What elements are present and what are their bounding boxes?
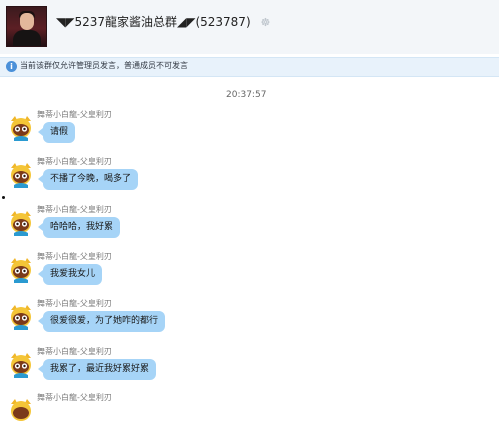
message-bubble[interactable]: 我累了，最近我好累好累 xyxy=(37,359,157,380)
message-bubble[interactable]: 哈哈哈，我好累 xyxy=(37,217,121,238)
sender-avatar[interactable] xyxy=(8,162,34,188)
notice-text: 当前该群仅允许管理员发言，普通成员不可发言 xyxy=(20,61,188,70)
sender-name[interactable]: 舞蒂小白龍-父皇利刃 xyxy=(37,298,112,309)
sender-name[interactable]: 舞蒂小白龍-父皇利刃 xyxy=(37,392,112,403)
message-item: 舞蒂小白龍-父皇利刃 xyxy=(0,392,499,440)
sender-name[interactable]: 舞蒂小白龍-父皇利刃 xyxy=(37,156,112,167)
qq-group-icon[interactable]: ☸ xyxy=(260,16,270,29)
sender-avatar[interactable] xyxy=(8,115,34,141)
sender-avatar[interactable] xyxy=(8,304,34,330)
message-timestamp: 20:37:57 xyxy=(226,90,267,100)
message-item: 舞蒂小白龍-父皇利刃 很爱很爱，为了她咋的都行 xyxy=(0,298,499,346)
message-item: 舞蒂小白龍-父皇利刃 我爱我女儿 xyxy=(0,251,499,299)
message-bubble[interactable]: 我爱我女儿 xyxy=(37,264,103,285)
message-item: 舞蒂小白龍-父皇利刃 哈哈哈，我好累 xyxy=(0,204,499,252)
group-avatar[interactable] xyxy=(6,6,47,47)
group-title-text: ◥◤5237龍家酱油总群◢◤(523787) xyxy=(56,15,251,29)
message-bubble[interactable]: 不播了今晚，喝多了 xyxy=(37,169,139,190)
sender-name[interactable]: 舞蒂小白龍-父皇利刃 xyxy=(37,251,112,262)
sender-avatar[interactable] xyxy=(8,352,34,378)
message-item: 舞蒂小白龍-父皇利刃 我累了，最近我好累好累 xyxy=(0,346,499,394)
avatar-face xyxy=(20,13,34,30)
message-bubble[interactable]: 请假 xyxy=(37,122,76,143)
sender-name[interactable]: 舞蒂小白龍-父皇利刃 xyxy=(37,109,112,120)
avatar-body xyxy=(13,30,41,46)
message-item: 舞蒂小白龍-父皇利刃 请假 xyxy=(0,109,499,157)
group-title[interactable]: ◥◤5237龍家酱油总群◢◤(523787) ☸ xyxy=(56,13,270,31)
notice-bar: i 当前该群仅允许管理员发言，普通成员不可发言 xyxy=(0,57,499,77)
message-item: 舞蒂小白龍-父皇利刃 不播了今晚，喝多了 xyxy=(0,156,499,204)
sender-name[interactable]: 舞蒂小白龍-父皇利刃 xyxy=(37,204,112,215)
sender-avatar[interactable] xyxy=(8,257,34,283)
message-bubble[interactable]: 很爱很爱，为了她咋的都行 xyxy=(37,311,166,332)
info-icon: i xyxy=(6,61,17,72)
sender-avatar[interactable] xyxy=(8,210,34,236)
chat-header: ◥◤5237龍家酱油总群◢◤(523787) ☸ xyxy=(0,0,499,54)
sender-name[interactable]: 舞蒂小白龍-父皇利刃 xyxy=(37,346,112,357)
